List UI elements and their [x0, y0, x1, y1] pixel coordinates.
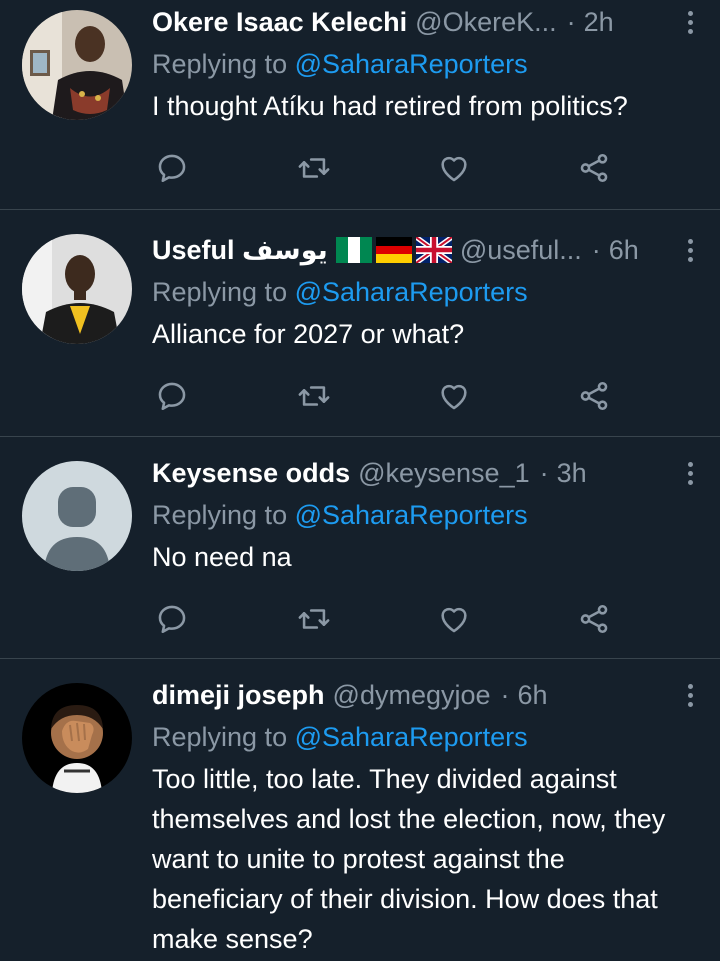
like-icon[interactable]	[434, 599, 474, 639]
avatar[interactable]	[22, 683, 132, 793]
user-handle[interactable]: @keysense_1	[358, 458, 530, 489]
retweet-icon[interactable]	[294, 148, 334, 188]
person-photo-icon	[22, 234, 132, 344]
timestamp[interactable]: 6h	[518, 680, 548, 711]
display-name[interactable]: Keysense odds	[152, 458, 350, 489]
replying-to: Replying to @SaharaReporters	[152, 717, 700, 757]
share-icon[interactable]	[574, 599, 614, 639]
facepalm-emoji-icon	[22, 683, 132, 793]
user-handle[interactable]: @useful...	[460, 235, 582, 266]
avatar[interactable]	[22, 461, 132, 571]
replying-to: Replying to @SaharaReporters	[152, 495, 700, 535]
tweet-actions	[152, 148, 620, 188]
tweet-text: Alliance for 2027 or what?	[152, 319, 465, 349]
person-photo-icon	[22, 10, 132, 120]
share-icon[interactable]	[574, 148, 614, 188]
tweet-actions	[152, 376, 620, 416]
share-icon[interactable]	[574, 376, 614, 416]
avatar[interactable]	[22, 234, 132, 344]
tweet-header: Useful يوسف @useful... · 6h	[152, 228, 700, 272]
tweet-header: Keysense odds @keysense_1 · 3h	[152, 451, 700, 495]
separator: ·	[591, 234, 601, 265]
replying-prefix: Replying to	[152, 500, 288, 530]
user-handle[interactable]: @dymegyjoe	[333, 680, 491, 711]
tweet[interactable]: Okere Isaac Kelechi @OkereK... · 2h Repl…	[0, 0, 720, 210]
more-icon[interactable]	[680, 457, 700, 489]
tweet-text: No need na	[152, 542, 292, 572]
avatar[interactable]	[22, 10, 132, 120]
replying-prefix: Replying to	[152, 277, 288, 307]
mention-link[interactable]: @SaharaReporters	[295, 277, 528, 307]
separator: ·	[566, 6, 576, 37]
mention-link[interactable]: @SaharaReporters	[295, 500, 528, 530]
more-icon[interactable]	[680, 679, 700, 711]
nigeria-flag-icon	[335, 237, 372, 263]
separator: ·	[539, 457, 549, 488]
replying-prefix: Replying to	[152, 49, 288, 79]
tweet[interactable]: Useful يوسف @useful... · 6h Replying to …	[0, 210, 720, 437]
timestamp[interactable]: 2h	[584, 7, 614, 38]
tweet-text: Too little, too late. They divided again…	[152, 764, 666, 954]
retweet-icon[interactable]	[294, 599, 334, 639]
tweet-text: I thought Atíku had retired from politic…	[152, 91, 628, 121]
uk-flag-icon	[415, 237, 452, 263]
display-name[interactable]: Okere Isaac Kelechi	[152, 7, 407, 38]
germany-flag-icon	[375, 237, 412, 263]
display-name[interactable]: dimeji joseph	[152, 680, 325, 711]
mention-link[interactable]: @SaharaReporters	[295, 49, 528, 79]
user-handle[interactable]: @OkereK...	[415, 7, 556, 38]
replying-prefix: Replying to	[152, 722, 288, 752]
replying-to: Replying to @SaharaReporters	[152, 272, 700, 312]
reply-icon[interactable]	[152, 599, 192, 639]
mention-link[interactable]: @SaharaReporters	[295, 722, 528, 752]
tweet-header: Okere Isaac Kelechi @OkereK... · 2h	[152, 0, 700, 44]
like-icon[interactable]	[434, 376, 474, 416]
separator: ·	[500, 679, 510, 710]
retweet-icon[interactable]	[294, 376, 334, 416]
display-name[interactable]: Useful يوسف	[152, 235, 328, 266]
more-icon[interactable]	[680, 6, 700, 38]
default-profile-icon	[22, 461, 132, 571]
timestamp[interactable]: 3h	[557, 458, 587, 489]
tweet-header: dimeji joseph @dymegyjoe · 6h	[152, 673, 700, 717]
replying-to: Replying to @SaharaReporters	[152, 44, 700, 84]
tweet-actions	[152, 599, 620, 639]
tweet[interactable]: dimeji joseph @dymegyjoe · 6h Replying t…	[0, 659, 720, 961]
more-icon[interactable]	[680, 234, 700, 266]
reply-icon[interactable]	[152, 376, 192, 416]
flag-emojis	[335, 237, 452, 263]
timestamp[interactable]: 6h	[609, 235, 639, 266]
reply-icon[interactable]	[152, 148, 192, 188]
like-icon[interactable]	[434, 148, 474, 188]
tweet[interactable]: Keysense odds @keysense_1 · 3h Replying …	[0, 437, 720, 659]
